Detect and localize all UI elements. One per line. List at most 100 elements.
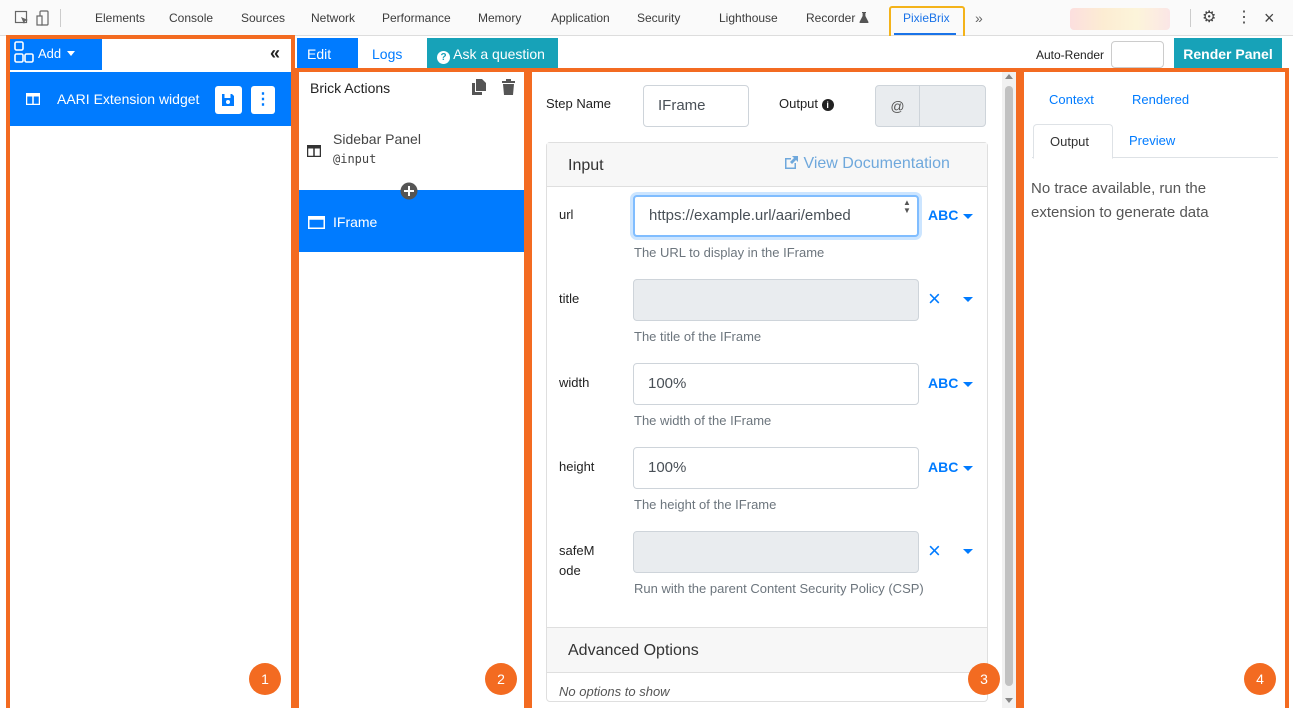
field-label-safemode: safeM ode [559, 541, 594, 581]
title-type-excluded-icon[interactable]: × [928, 288, 941, 310]
more-tabs-icon[interactable]: » [975, 0, 983, 36]
extension-item[interactable]: AARI Extension widget ⋮ [10, 72, 291, 126]
vertical-dots-icon: ⋮ [255, 91, 271, 108]
height-help: The height of the IFrame [634, 497, 777, 512]
info-circle-icon: i [821, 99, 834, 111]
preview-panel: Context Rendered Output Preview No trace… [1024, 72, 1285, 708]
safemode-type-caret-icon[interactable] [963, 549, 973, 554]
editor-scrollbar-thumb[interactable] [1005, 86, 1013, 686]
height-input[interactable]: 100% [633, 447, 919, 489]
save-floppy-icon [222, 94, 234, 106]
badge-1: 1 [249, 663, 281, 695]
brick-item-sidebar-panel[interactable]: Sidebar Panel @input [299, 122, 524, 178]
url-type-abc[interactable]: ABC [928, 207, 958, 223]
render-panel-label: Render Panel [1183, 46, 1273, 62]
ask-question-label: Ask a question [453, 46, 545, 62]
badge-4: 4 [1244, 663, 1276, 695]
save-button[interactable] [215, 86, 242, 114]
device-toolbar-icon[interactable] [36, 10, 52, 26]
tab-security[interactable]: Security [637, 0, 680, 36]
url-type-caret-icon[interactable] [963, 214, 973, 219]
output-at-symbol: @ [876, 86, 920, 126]
brick-editor: Step Name IFrame Output i @ Input View D… [532, 72, 1016, 708]
url-input[interactable]: https://example.url/aari/embed [633, 195, 919, 237]
tab-output[interactable]: Output [1033, 124, 1113, 159]
editor-scrollbar[interactable] [1002, 72, 1016, 708]
active-tab-indicator [894, 33, 956, 35]
no-trace-message: No trace available, run the extension to… [1031, 180, 1209, 221]
ask-question-button[interactable]: ? Ask a question [427, 38, 558, 70]
height-type-caret-icon[interactable] [963, 466, 973, 471]
trash-icon[interactable] [502, 79, 515, 95]
external-link-icon [785, 156, 798, 169]
tab-context[interactable]: Context [1049, 92, 1094, 107]
copy-icon[interactable] [472, 79, 486, 95]
output-label-text: Output [779, 96, 819, 111]
devtools-tab-bar: Elements Console Sources Network Perform… [0, 0, 1293, 40]
tab-preview[interactable]: Preview [1129, 133, 1175, 148]
tab-rendered[interactable]: Rendered [1132, 92, 1189, 107]
safemode-help: Run with the parent Content Security Pol… [634, 581, 924, 596]
tab-application[interactable]: Application [551, 0, 610, 36]
safemode-input[interactable] [633, 531, 919, 573]
title-help: The title of the IFrame [634, 329, 762, 344]
close-devtools-icon[interactable]: × [1264, 0, 1275, 36]
advanced-options-title: Advanced Options [568, 642, 699, 659]
width-type-caret-icon[interactable] [963, 382, 973, 387]
tab-console[interactable]: Console [169, 0, 213, 36]
width-type-abc[interactable]: ABC [928, 375, 958, 391]
field-label-url: url [559, 207, 574, 222]
render-panel-button[interactable]: Render Panel [1174, 38, 1282, 70]
panel-layout-icon [26, 93, 40, 105]
tab-sources[interactable]: Sources [241, 0, 285, 36]
settings-gear-icon[interactable]: ⚙ [1202, 0, 1216, 36]
tab-separator [60, 9, 61, 27]
width-input[interactable]: 100% [633, 363, 919, 405]
tab-recorder-label: Recorder [806, 11, 856, 25]
url-spin-icon[interactable]: ▲ ▼ [903, 199, 911, 215]
logs-tab[interactable]: Logs [372, 38, 402, 70]
tab-pixiebrix[interactable]: PixieBrix [903, 0, 950, 36]
step-name-input[interactable]: IFrame [643, 85, 749, 127]
brick-name: Sidebar Panel [333, 131, 421, 147]
tab-performance[interactable]: Performance [382, 0, 451, 36]
title-type-caret-icon[interactable] [963, 297, 973, 302]
field-label-safemode-line2: ode [559, 563, 581, 578]
panel-layout-icon [307, 145, 321, 157]
brick-actions-panel: Brick Actions Sidebar Panel @input IFram… [299, 72, 524, 708]
output-key-group[interactable]: @ [875, 85, 986, 127]
scroll-down-icon[interactable] [1005, 698, 1013, 703]
title-input[interactable] [633, 279, 919, 321]
blurred-extension-icons [1070, 8, 1170, 30]
extension-list: AARI Extension widget ⋮ [10, 70, 291, 708]
view-documentation-link[interactable]: View Documentation [784, 155, 950, 173]
tab-separator [1190, 9, 1191, 27]
more-options-icon[interactable]: ⋮ [1236, 0, 1252, 36]
window-icon [308, 216, 325, 229]
inspect-element-icon[interactable] [14, 10, 30, 26]
scroll-up-icon[interactable] [1005, 74, 1013, 79]
advanced-options-empty: No options to show [559, 684, 670, 699]
tab-recorder[interactable]: Recorder [806, 0, 869, 36]
more-actions-button[interactable]: ⋮ [251, 86, 275, 114]
field-label-safemode-line1: safeM [559, 543, 595, 558]
brick-name: IFrame [333, 214, 378, 230]
field-label-width: width [559, 375, 590, 390]
tab-memory[interactable]: Memory [478, 0, 521, 36]
tab-elements[interactable]: Elements [95, 0, 145, 36]
auto-render-label: Auto-Render [1036, 48, 1105, 62]
tab-network[interactable]: Network [311, 0, 355, 36]
auto-render-toggle[interactable] [1111, 41, 1164, 68]
badge-2: 2 [485, 663, 517, 695]
safemode-type-excluded-icon[interactable]: × [928, 540, 941, 562]
flask-icon [859, 12, 869, 23]
add-brick-icon[interactable] [400, 182, 418, 200]
height-type-abc[interactable]: ABC [928, 459, 958, 475]
editor-header: Edit Logs ? Ask a question Auto-Render R… [297, 36, 1293, 70]
view-documentation-label: View Documentation [803, 155, 950, 172]
input-card-title: Input [568, 157, 604, 174]
field-label-height: height [559, 459, 595, 474]
advanced-options-header[interactable]: Advanced Options [547, 627, 987, 673]
tab-lighthouse[interactable]: Lighthouse [719, 0, 778, 36]
edit-tab[interactable]: Edit [297, 38, 358, 70]
